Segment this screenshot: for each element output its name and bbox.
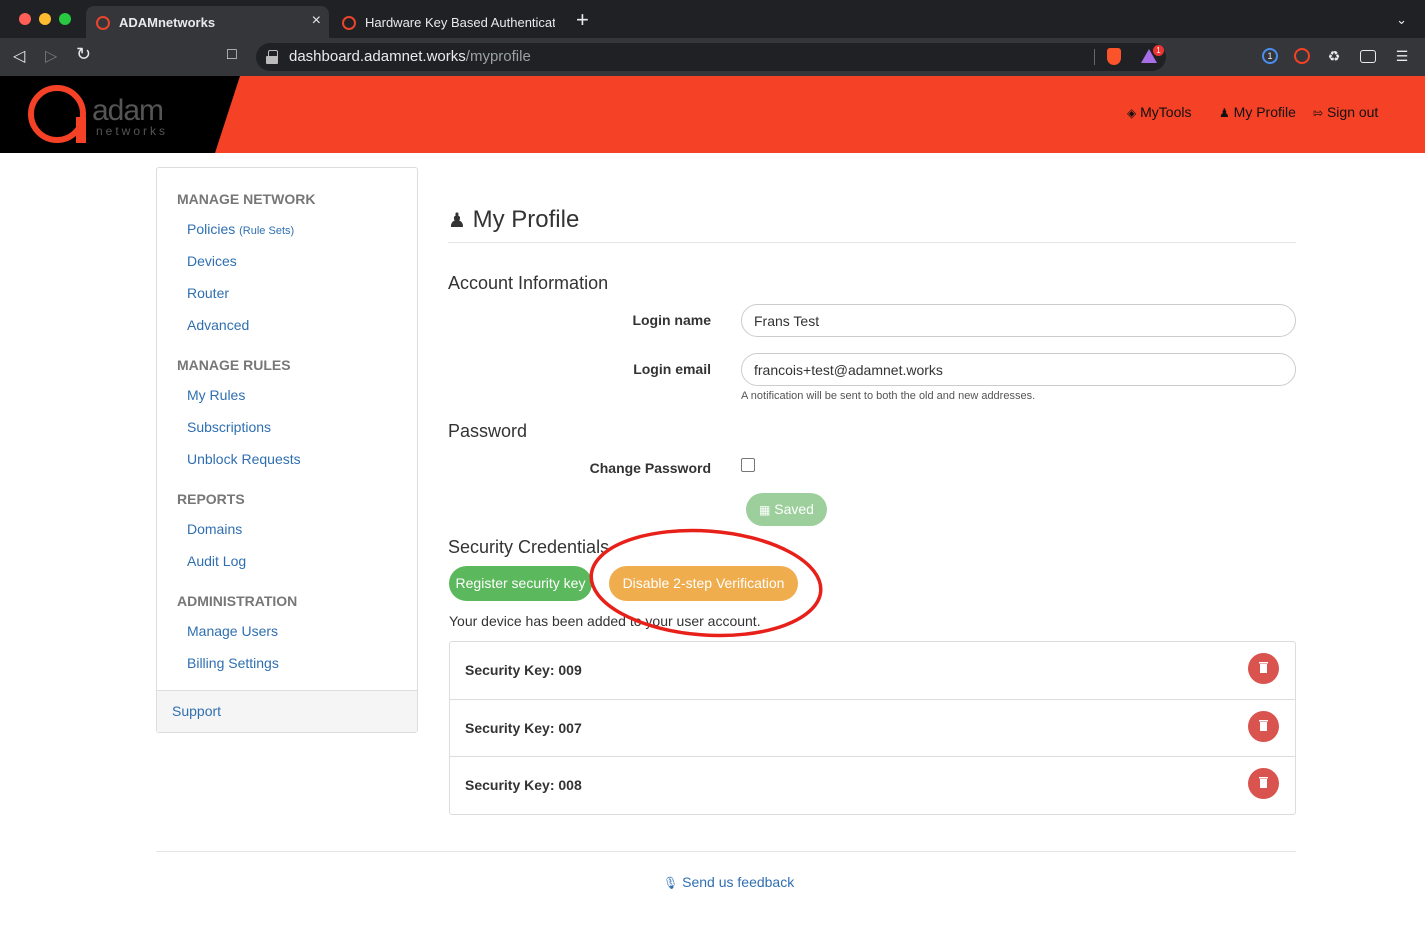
- browser-toolbar: ◁ ▷ ↻ □ dashboard.adamnet.works/myprofil…: [0, 38, 1425, 76]
- register-security-key-button[interactable]: Register security key: [449, 566, 592, 601]
- user-icon: ♟: [448, 210, 466, 232]
- list-item: Security Key: 009: [450, 642, 1295, 700]
- adam-extension-icon[interactable]: [1294, 48, 1310, 64]
- security-key-label: Security Key: 009: [465, 662, 582, 678]
- minimize-window-button[interactable]: [39, 13, 51, 25]
- forward-icon[interactable]: ▷: [45, 46, 57, 66]
- disable-2-step-verification-button[interactable]: Disable 2-step Verification: [609, 566, 798, 601]
- footer-divider: [156, 851, 1296, 852]
- send-feedback-link[interactable]: 🎙 Send us feedback: [663, 874, 794, 890]
- url-text: dashboard.adamnet.works/myprofile: [289, 48, 531, 65]
- nav-my-profile[interactable]: ♟ My Profile: [1219, 104, 1296, 120]
- tab-title: Hardware Key Based Authentication: [365, 15, 555, 30]
- address-divider: [1094, 49, 1095, 65]
- maximize-window-button[interactable]: [59, 13, 71, 25]
- sign-out-icon: ⇰: [1313, 106, 1324, 120]
- sidebar-item-my-rules[interactable]: My Rules: [187, 387, 245, 403]
- sidebar-item-billing-settings[interactable]: Billing Settings: [187, 655, 279, 671]
- cubes-icon: ◈: [1127, 106, 1137, 120]
- account-information-heading: Account Information: [448, 273, 609, 293]
- sidebar-item-unblock-requests[interactable]: Unblock Requests: [187, 451, 301, 467]
- back-icon[interactable]: ◁: [13, 46, 25, 66]
- reload-icon[interactable]: ↻: [76, 44, 91, 65]
- password-heading: Password: [448, 421, 528, 441]
- logo-subtext: networks: [96, 124, 169, 138]
- security-key-label: Security Key: 008: [465, 777, 582, 793]
- saved-button[interactable]: ▦ Saved: [746, 493, 827, 526]
- close-tab-icon[interactable]: ×: [312, 12, 321, 30]
- delete-key-button[interactable]: [1248, 768, 1279, 799]
- close-window-button[interactable]: [19, 13, 31, 25]
- lock-icon: [266, 50, 278, 64]
- browser-tab-bar: ADAMnetworks × Hardware Key Based Authen…: [0, 0, 1425, 38]
- extensions-puzzle-icon[interactable]: ♻: [1326, 48, 1342, 64]
- site-header: adam networks ◈ MyTools ♟ My Profile ⇰ S…: [0, 76, 1425, 153]
- tab-title: ADAMnetworks: [119, 15, 216, 30]
- address-bar[interactable]: dashboard.adamnet.works/myprofile 1: [256, 43, 1166, 71]
- trash-icon: [1259, 777, 1268, 788]
- sidebar-item-policies[interactable]: Policies (Rule Sets): [187, 221, 294, 237]
- new-tab-icon[interactable]: +: [576, 9, 589, 31]
- adam-favicon-icon: [342, 16, 356, 30]
- user-icon: ♟: [1219, 106, 1230, 120]
- logo[interactable]: adam networks: [0, 76, 240, 153]
- login-email-label: Login email: [633, 361, 711, 377]
- adam-favicon-icon: [96, 16, 110, 30]
- device-added-message: Your device has been added to your user …: [449, 613, 761, 629]
- change-password-checkbox[interactable]: [741, 458, 755, 472]
- security-credentials-heading: Security Credentials: [448, 537, 610, 557]
- email-help-text: A notification will be sent to both the …: [741, 390, 1036, 402]
- login-name-input[interactable]: [741, 304, 1296, 337]
- trash-icon: [1259, 719, 1268, 731]
- nav-sign-out[interactable]: ⇰ Sign out: [1313, 104, 1378, 120]
- title-divider: [448, 242, 1296, 243]
- wallet-icon[interactable]: [1360, 50, 1376, 63]
- page-title: ♟ My Profile: [448, 206, 580, 233]
- sidebar-item-support[interactable]: Support: [172, 703, 221, 719]
- tab-hardware-key[interactable]: Hardware Key Based Authentication: [332, 6, 564, 38]
- menu-icon[interactable]: ☰: [1394, 48, 1410, 64]
- logo-mark-icon: [28, 85, 86, 143]
- chevron-down-icon[interactable]: ⌄: [1396, 12, 1407, 28]
- login-email-input[interactable]: [741, 353, 1296, 386]
- sidebar-item-subscriptions[interactable]: Subscriptions: [187, 419, 271, 435]
- list-item: Security Key: 007: [450, 700, 1295, 757]
- delete-key-button[interactable]: [1248, 710, 1279, 742]
- sidebar-item-manage-users[interactable]: Manage Users: [187, 623, 278, 639]
- brave-shield-icon[interactable]: [1107, 48, 1121, 65]
- sidebar-heading-manage-network: MANAGE NETWORK: [177, 191, 316, 207]
- sidebar-heading-reports: REPORTS: [177, 491, 245, 507]
- security-keys-list: Security Key: 009 Security Key: 007 Secu…: [449, 641, 1296, 815]
- nav-mytools[interactable]: ◈ MyTools: [1127, 104, 1191, 120]
- security-key-label: Security Key: 007: [465, 719, 582, 736]
- microphone-icon: 🎙: [663, 876, 679, 890]
- bookmark-icon[interactable]: □: [227, 46, 237, 64]
- delete-key-button[interactable]: [1248, 653, 1279, 684]
- sidebar-item-audit-log[interactable]: Audit Log: [187, 553, 246, 569]
- sidebar-item-advanced[interactable]: Advanced: [187, 317, 249, 333]
- sidebar-footer: Support: [157, 690, 417, 732]
- sidebar-heading-manage-rules: MANAGE RULES: [177, 357, 291, 373]
- sidebar-item-devices[interactable]: Devices: [187, 253, 237, 269]
- rewards-badge: 1: [1153, 45, 1164, 56]
- save-icon: ▦: [759, 503, 771, 517]
- change-password-label: Change Password: [589, 460, 711, 476]
- sidebar-heading-administration: ADMINISTRATION: [177, 593, 298, 609]
- login-name-label: Login name: [632, 312, 711, 328]
- password-manager-icon[interactable]: 1: [1262, 48, 1278, 64]
- sidebar-item-domains[interactable]: Domains: [187, 521, 242, 537]
- trash-icon: [1259, 662, 1268, 673]
- sidebar: MANAGE NETWORK Policies (Rule Sets) Devi…: [156, 167, 418, 733]
- list-item: Security Key: 008: [450, 757, 1295, 814]
- tab-adamnetworks[interactable]: ADAMnetworks ×: [86, 6, 329, 38]
- logo-text: adam: [92, 94, 164, 127]
- sidebar-item-router[interactable]: Router: [187, 285, 229, 301]
